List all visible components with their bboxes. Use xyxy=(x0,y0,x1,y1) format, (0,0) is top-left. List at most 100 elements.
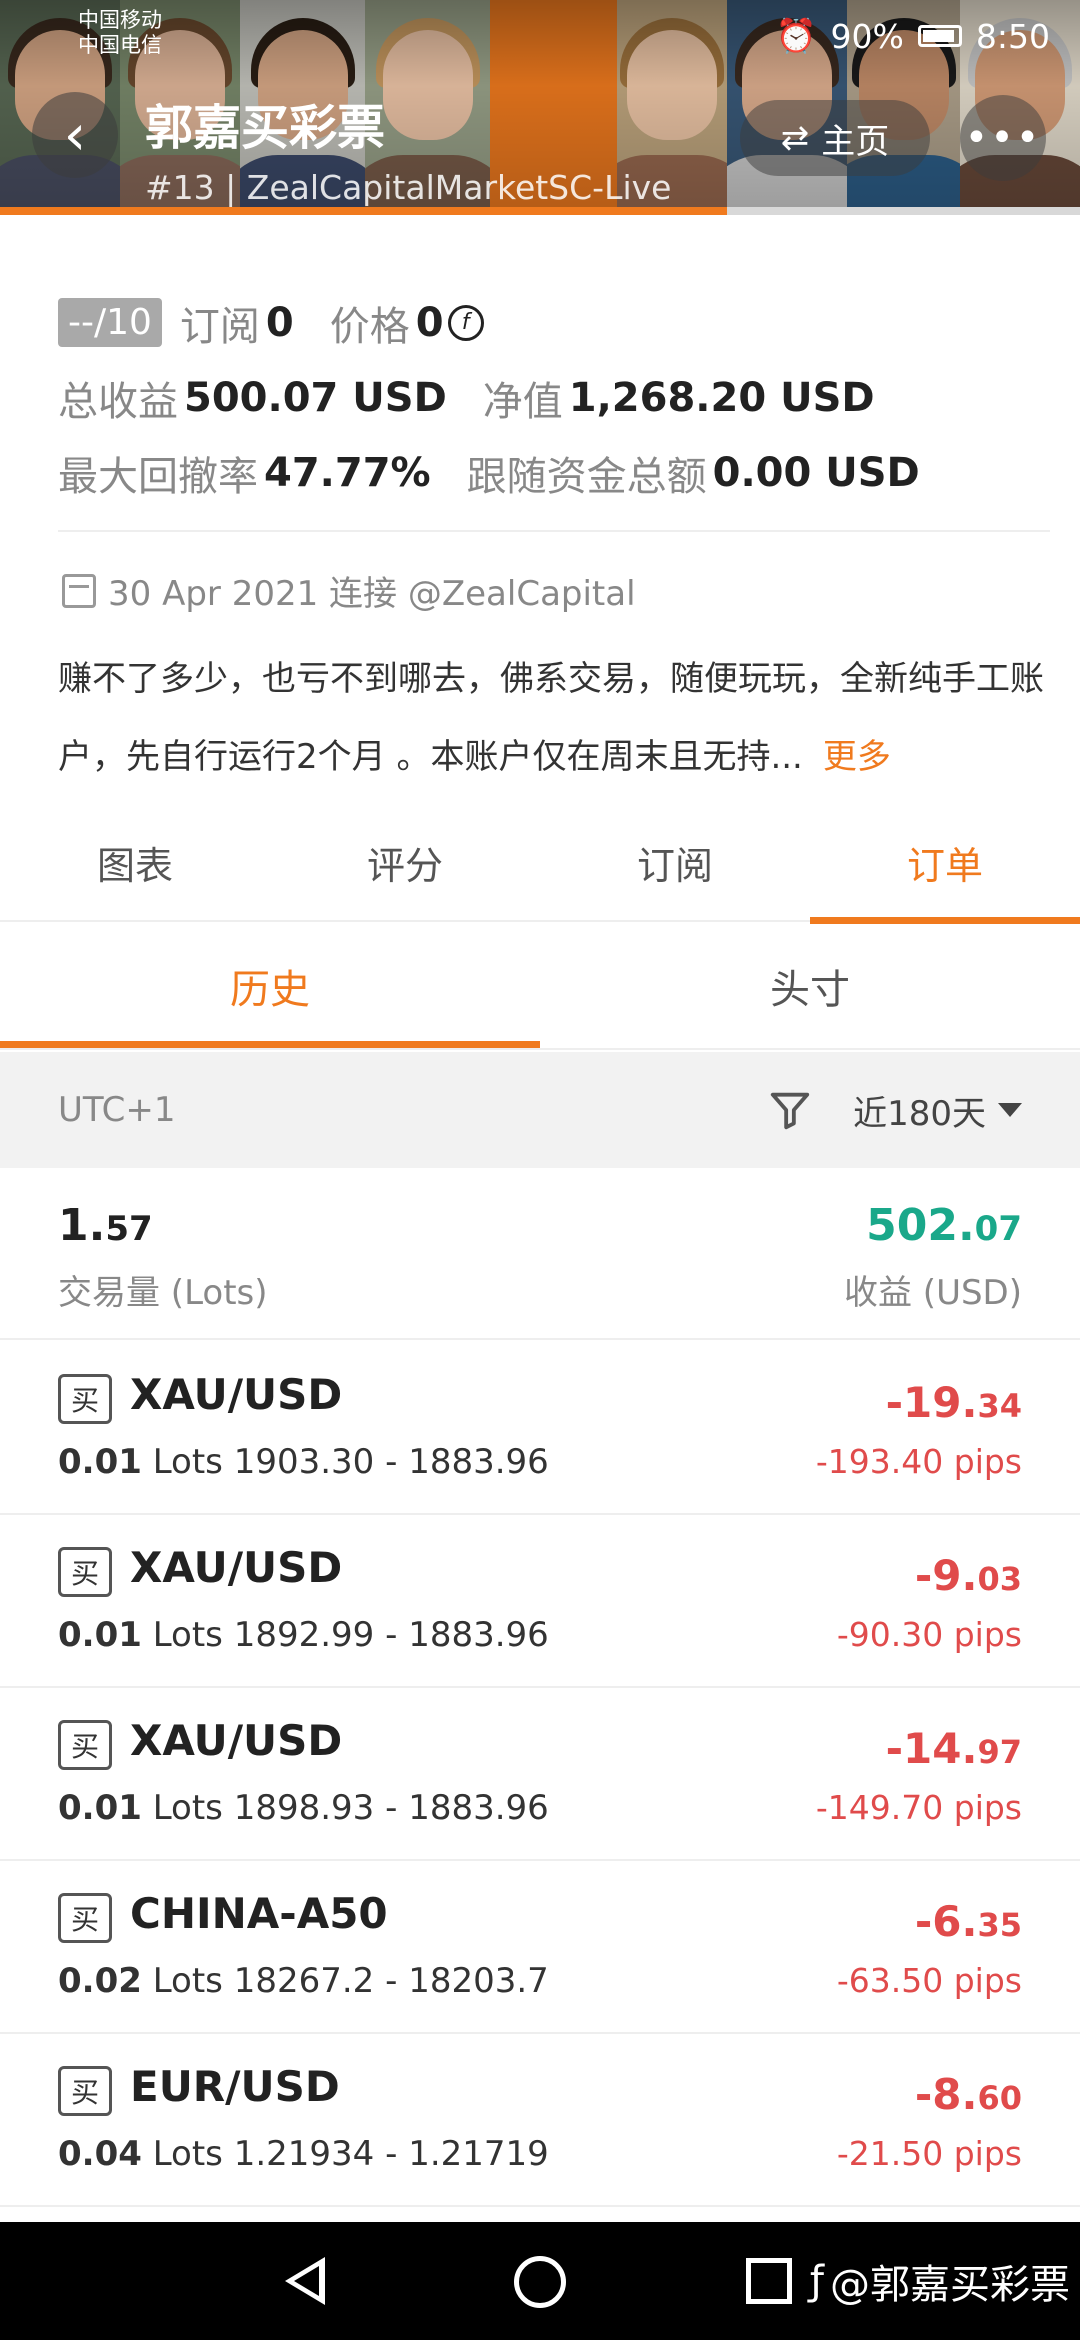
carrier-info: 中国移动 中国电信 xyxy=(78,8,162,58)
drawdown-value: 47.77% xyxy=(264,449,431,496)
calendar-icon xyxy=(62,573,96,608)
net-value-label: 净值 xyxy=(482,378,563,425)
system-nav-bar: ƒ @郭嘉买彩票 xyxy=(0,2222,1080,2340)
price-value: 0 xyxy=(415,299,444,346)
dropdown-arrow-icon xyxy=(998,1103,1022,1117)
order-lots: 0.01 Lots 1892.99 - 1883.96 xyxy=(58,1615,549,1655)
battery-percent: 90% xyxy=(830,16,904,56)
order-lots: 0.02 Lots 18267.2 - 18203.7 xyxy=(58,1961,549,2001)
order-symbol: XAU/USD xyxy=(130,1370,343,1419)
order-pnl: -19.34 xyxy=(885,1378,1022,1427)
stats-row-2: 总收益 500.07 USD 净值 1,268.20 USD xyxy=(58,360,1048,435)
connect-date-text: 30 Apr 2021 连接 @ZealCapital xyxy=(108,574,636,614)
chevron-left-icon: ‹ xyxy=(63,102,87,168)
profit-value: 502.07 xyxy=(866,1200,1022,1251)
filter-bar: UTC+1 近180天 xyxy=(0,1052,1080,1168)
order-lots: 0.01 Lots 1898.93 - 1883.96 xyxy=(58,1788,549,1828)
buy-badge: 买 xyxy=(58,1893,112,1943)
tab-chart[interactable]: 图表 xyxy=(0,830,270,920)
profit-summary: 502.07 收益 (USD) xyxy=(844,1200,1022,1314)
buy-badge: 买 xyxy=(58,2066,112,2116)
more-link[interactable]: 更多 xyxy=(823,737,891,777)
order-lots: 0.01 Lots 1903.30 - 1883.96 xyxy=(58,1442,549,1482)
subtab-positions[interactable]: 头寸 xyxy=(540,930,1080,1048)
carrier-1: 中国移动 xyxy=(78,8,162,32)
watermark-text: @郭嘉买彩票 xyxy=(830,2262,1070,2308)
range-label: 近180天 xyxy=(853,1093,986,1134)
drawdown-label: 最大回撤率 xyxy=(58,453,258,500)
order-pnl: -14.97 xyxy=(885,1724,1022,1773)
follow-funds-value: 0.00 USD xyxy=(712,449,920,496)
status-right: ⏰ 90% 8:50 xyxy=(775,16,1050,56)
connect-date: 30 Apr 2021 连接 @ZealCapital xyxy=(62,566,636,615)
stats-row-1: --/10 订阅 0 价格 0 f xyxy=(58,285,1048,360)
description: 赚不了多少，也亏不到哪去，佛系交易，随便玩玩，全新纯手工账户，先自行运行2个月 … xyxy=(58,640,1048,796)
back-button[interactable]: ‹ xyxy=(32,92,118,178)
order-lots: 0.04 Lots 1.21934 - 1.21719 xyxy=(58,2134,549,2174)
tab-rating[interactable]: 评分 xyxy=(270,830,540,920)
more-options-button[interactable]: ••• xyxy=(960,95,1046,181)
order-symbol: XAU/USD xyxy=(130,1543,343,1592)
page-title: 郭嘉买彩票 xyxy=(145,100,386,156)
net-value: 1,268.20 USD xyxy=(568,374,875,421)
volume-value: 1.57 xyxy=(58,1200,153,1251)
stats-row-3: 最大回撤率 47.77% 跟随资金总额 0.00 USD xyxy=(58,435,1048,510)
home-button[interactable]: ⇄ 主页 xyxy=(740,100,930,176)
follow-funds-label: 跟随资金总额 xyxy=(466,453,707,500)
buy-badge: 买 xyxy=(58,1547,112,1597)
order-symbol: XAU/USD xyxy=(130,1716,343,1765)
coin-icon: f xyxy=(447,304,484,341)
timezone-label: UTC+1 xyxy=(58,1090,176,1130)
order-pips: -149.70 pips xyxy=(815,1788,1022,1827)
order-symbol: CHINA-A50 xyxy=(130,1889,388,1938)
order-pnl: -8.60 xyxy=(914,2070,1022,2119)
profile-header: 中国移动 中国电信 ⏰ 90% 8:50 ‹ 郭嘉买彩票 #13 | ZealC… xyxy=(0,0,1080,215)
alarm-icon: ⏰ xyxy=(775,16,817,55)
description-text: 赚不了多少，也亏不到哪去，佛系交易，随便玩玩，全新纯手工账户，先自行运行2个月 … xyxy=(58,659,1044,777)
account-stats: --/10 订阅 0 价格 0 f 总收益 500.07 USD 净值 1,268.20… xyxy=(58,285,1048,510)
watermark: ƒ @郭嘉买彩票 xyxy=(810,2252,1070,2310)
account-subtitle: #13 | ZealCapitalMarketSC-Live xyxy=(145,168,672,207)
rating-badge: --/10 xyxy=(58,298,162,347)
order-subtabs: 历史 头寸 xyxy=(0,930,1080,1050)
clock: 8:50 xyxy=(975,16,1050,56)
nav-home-icon[interactable] xyxy=(514,2256,566,2308)
battery-icon xyxy=(917,25,962,47)
volume-summary: 1.57 交易量 (Lots) xyxy=(58,1200,268,1314)
order-row[interactable]: 买 EUR/USD 0.04 Lots 1.21934 - 1.21719 -8… xyxy=(0,2034,1080,2207)
buy-badge: 买 xyxy=(58,1374,112,1424)
weibo-logo-icon: ƒ xyxy=(809,2258,824,2304)
carrier-2: 中国电信 xyxy=(78,33,162,57)
order-symbol: EUR/USD xyxy=(130,2062,340,2111)
subtab-history[interactable]: 历史 xyxy=(0,930,540,1048)
order-pips: -63.50 pips xyxy=(836,1961,1022,2000)
divider xyxy=(58,530,1050,532)
total-profit-label: 总收益 xyxy=(58,378,178,425)
tab-subscribe[interactable]: 订阅 xyxy=(540,830,810,920)
order-pips: -21.50 pips xyxy=(836,2134,1022,2173)
more-dots-icon: ••• xyxy=(964,115,1042,161)
order-pnl: -6.35 xyxy=(914,1897,1022,1946)
order-row[interactable]: 买 CHINA-A50 0.02 Lots 18267.2 - 18203.7 … xyxy=(0,1861,1080,2034)
order-list: 买 XAU/USD 0.01 Lots 1903.30 - 1883.96 -1… xyxy=(0,1342,1080,2207)
volume-label: 交易量 (Lots) xyxy=(58,1273,268,1313)
order-row[interactable]: 买 XAU/USD 0.01 Lots 1898.93 - 1883.96 -1… xyxy=(0,1688,1080,1861)
order-pnl: -9.03 xyxy=(914,1551,1022,1600)
total-profit-value: 500.07 USD xyxy=(184,374,447,421)
order-pips: -90.30 pips xyxy=(836,1615,1022,1654)
buy-badge: 买 xyxy=(58,1720,112,1770)
order-row[interactable]: 买 XAU/USD 0.01 Lots 1903.30 - 1883.96 -1… xyxy=(0,1342,1080,1515)
price-label: 价格 xyxy=(329,303,410,350)
tab-orders[interactable]: 订单 xyxy=(810,830,1080,924)
order-row[interactable]: 买 XAU/USD 0.01 Lots 1892.99 - 1883.96 -9… xyxy=(0,1515,1080,1688)
swap-icon: ⇄ xyxy=(780,118,810,158)
nav-recents-icon[interactable] xyxy=(746,2258,792,2304)
filter-icon[interactable] xyxy=(767,1087,813,1133)
main-tabs: 图表 评分 订阅 订单 xyxy=(0,830,1080,924)
range-dropdown[interactable]: 近180天 xyxy=(853,1086,1022,1135)
profit-label: 收益 (USD) xyxy=(844,1273,1022,1313)
home-button-label: 主页 xyxy=(821,121,890,162)
subscribe-label: 订阅 xyxy=(179,303,260,350)
history-summary: 1.57 交易量 (Lots) 502.07 收益 (USD) xyxy=(0,1170,1080,1340)
header-accent-line xyxy=(0,207,727,215)
